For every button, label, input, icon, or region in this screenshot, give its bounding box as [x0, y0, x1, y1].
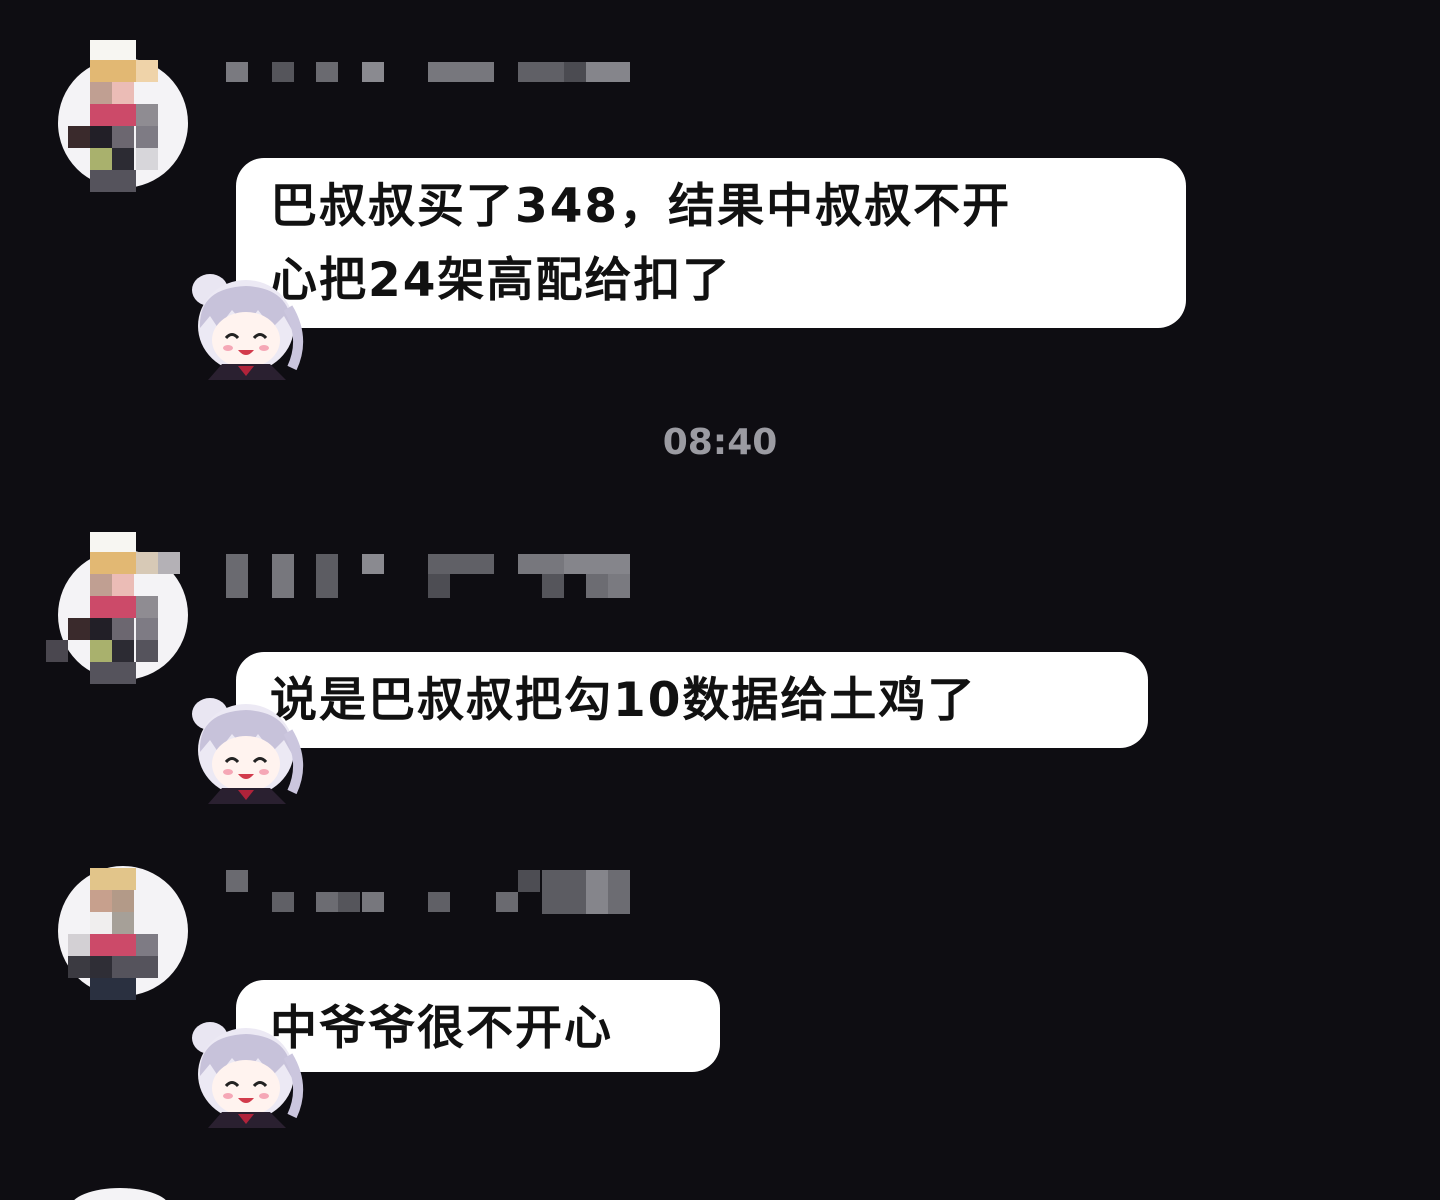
timestamp: 08:40: [662, 422, 778, 463]
pixelated-avatar-icon[interactable]: [46, 40, 188, 200]
sender-name-redacted: [226, 62, 630, 102]
anime-girl-sticker-icon: [192, 1022, 304, 1128]
pixelated-avatar-icon[interactable]: [46, 532, 188, 692]
anime-girl-sticker-icon: [192, 274, 304, 380]
sender-name-redacted: [226, 870, 630, 914]
anime-girl-sticker-icon: [192, 698, 304, 804]
message-text-line: 中爷爷很不开心: [270, 1001, 613, 1056]
message-text-line: 巴叔叔买了348，结果中叔叔不开: [270, 179, 1012, 234]
message-bubble[interactable]: 中爷爷很不开心: [236, 980, 720, 1072]
chat-view: 巴叔叔买了348，结果中叔叔不开 心把24架高配给扣了 08:40 说是巴叔叔把…: [0, 0, 1440, 1200]
message-text-line: 心把24架高配给扣了: [270, 253, 732, 308]
pixelated-avatar-icon[interactable]: [46, 848, 188, 1008]
message-text-line: 说是巴叔叔把勾10数据给土鸡了: [270, 673, 977, 728]
sender-name-redacted: [226, 554, 630, 598]
next-avatar-partial: [70, 1188, 170, 1200]
message-bubble[interactable]: 巴叔叔买了348，结果中叔叔不开 心把24架高配给扣了: [236, 158, 1186, 328]
message-bubble[interactable]: 说是巴叔叔把勾10数据给土鸡了: [236, 652, 1148, 748]
